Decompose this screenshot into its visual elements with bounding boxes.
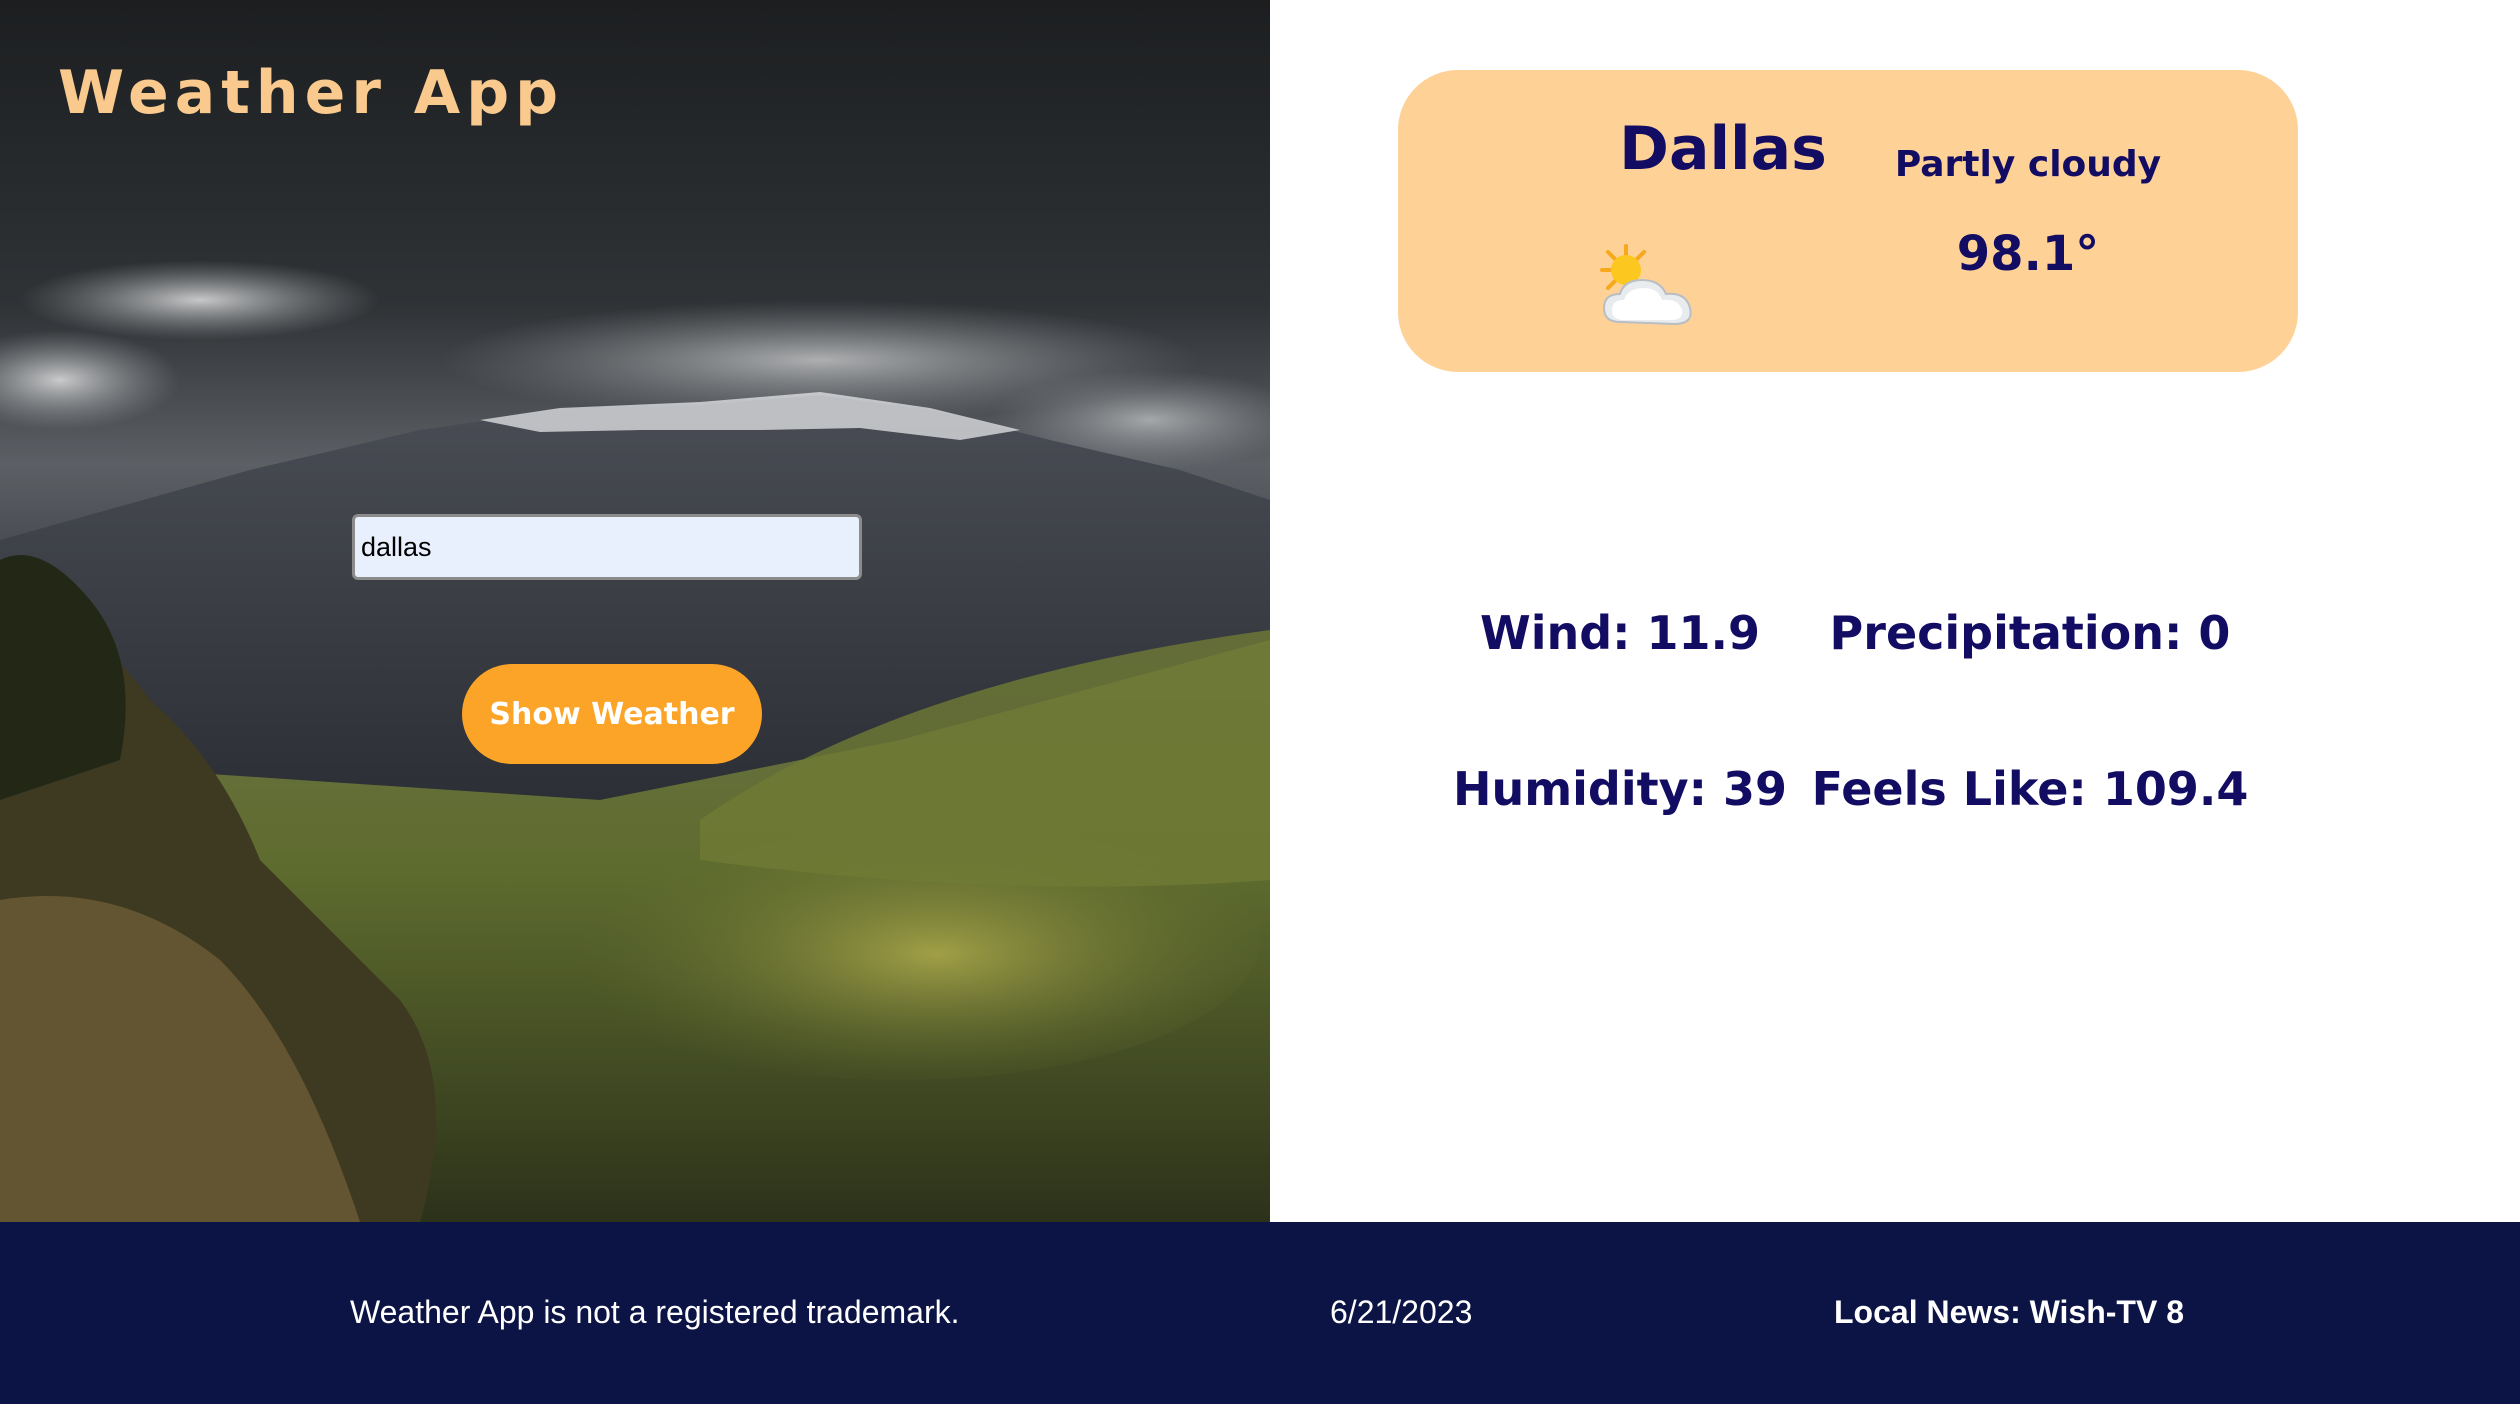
humidity-stat: Humidity: 39	[1452, 762, 1788, 816]
weather-condition: Partly cloudy	[1894, 144, 2162, 185]
app-title: Weather App	[58, 58, 565, 128]
feels-like-stat: Feels Like: 109.4	[1811, 762, 2249, 816]
footer: Weather App is not a registered trademar…	[0, 1222, 2520, 1404]
local-news-text: Local News: Wish-TV 8	[1834, 1294, 2184, 1330]
city-search-input[interactable]	[352, 514, 862, 580]
temperature: 98.1°	[1956, 226, 2100, 282]
footer-date: 6/21/2023	[1330, 1294, 1473, 1330]
hero-panel: Weather App Show Weather	[0, 0, 1270, 1222]
landscape-background-image	[0, 0, 1270, 1222]
show-weather-button[interactable]: Show Weather	[462, 664, 762, 764]
trademark-note: Weather App is not a registered trademar…	[350, 1294, 960, 1330]
precipitation-stat: Precipitation: 0	[1829, 606, 2231, 660]
wind-stat: Wind: 11.9	[1479, 606, 1761, 660]
city-name: Dallas	[1619, 114, 1827, 184]
partly-cloudy-icon	[1600, 244, 1692, 326]
weather-app: Weather App Show Weather Dallas Partly c…	[0, 0, 2520, 1404]
weather-summary-card: Dallas Partly cloudy 98.1°	[1398, 70, 2298, 372]
